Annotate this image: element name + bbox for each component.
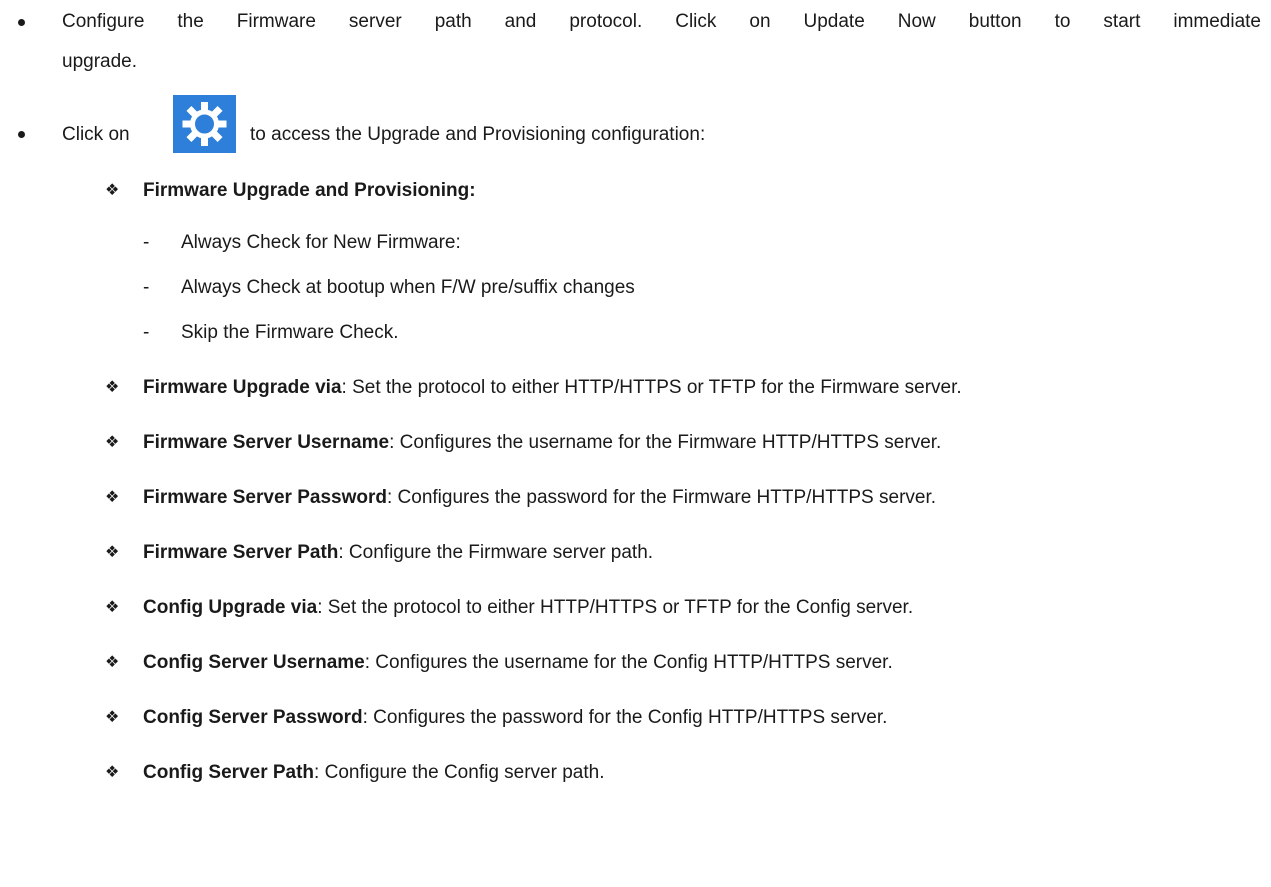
definition-term: Firmware Upgrade via (143, 377, 342, 398)
provisioning-option-label: Skip the Firmware Check. (181, 322, 399, 343)
provisioning-option: - Skip the Firmware Check. (143, 318, 399, 348)
diamond-bullet-icon: ❖ (105, 432, 120, 451)
bullet-dot (18, 19, 25, 26)
definition-term: Firmware Server Path (143, 542, 339, 563)
dash-bullet-icon: - (143, 277, 150, 298)
diamond-bullet-icon: ❖ (105, 377, 120, 396)
definition-desc: : Set the protocol to either HTTP/HTTPS … (341, 377, 962, 398)
definition-item: ❖ Config Server Username: Configures the … (105, 647, 893, 678)
definition-desc: : Configures the username for the Config… (364, 652, 893, 673)
access-config-text: to access the Upgrade and Provisioning c… (250, 124, 706, 145)
provisioning-option: - Always Check for New Firmware: (143, 228, 461, 258)
diamond-bullet-icon: ❖ (105, 762, 120, 781)
click-on-text: Click on (62, 124, 130, 145)
definition-desc: : Configure the Config server path. (314, 762, 605, 783)
definition-item: ❖ Config Upgrade via: Set the protocol to… (105, 592, 913, 623)
intro-line-2: upgrade. (62, 51, 138, 72)
definition-desc: : Configure the Firmware server path. (338, 542, 654, 563)
definition-term: Firmware Server Username (143, 432, 390, 453)
definition-desc: : Configures the password for the Firmwa… (386, 487, 937, 508)
diamond-bullet-icon: ❖ (105, 707, 120, 726)
dash-bullet-icon: - (143, 232, 150, 253)
definition-term: Config Server Path (143, 762, 315, 783)
provisioning-heading-item: ❖ Firmware Upgrade and Provisioning: (105, 175, 476, 206)
diamond-bullet-icon: ❖ (105, 597, 120, 616)
definition-desc: : Set the protocol to either HTTP/HTTPS … (317, 597, 914, 618)
provisioning-heading: Firmware Upgrade and Provisioning: (143, 180, 476, 201)
diamond-bullet-icon: ❖ (105, 542, 120, 561)
definition-term: Config Server Username (143, 652, 365, 673)
gear-icon[interactable] (173, 95, 236, 153)
definition-item: ❖ Firmware Server Path: Configure the Fir… (105, 537, 653, 568)
definition-item: ❖ Config Server Path: Configure the Confi… (105, 757, 604, 788)
diamond-bullet-icon: ❖ (105, 487, 120, 506)
definition-desc: : Configures the username for the Firmwa… (389, 432, 942, 453)
provisioning-option-label: Always Check at bootup when F/W pre/suff… (181, 277, 635, 298)
dash-bullet-icon: - (143, 322, 150, 343)
bullet-dot (18, 131, 25, 138)
definition-item: ❖ Firmware Upgrade via: Set the protocol … (105, 372, 962, 403)
definition-term: Config Server Password (143, 707, 363, 728)
definition-term: Config Upgrade via (143, 597, 318, 618)
provisioning-option-label: Always Check for New Firmware: (181, 232, 461, 253)
gear-icon-svg (182, 102, 227, 146)
definition-item: ❖ Firmware Server Username: Configures th… (105, 427, 941, 458)
intro-line-1: Configure the Firmware server path and p… (62, 11, 1261, 32)
definition-item: ❖ Config Server Password: Configures the … (105, 702, 887, 733)
diamond-bullet-icon: ❖ (105, 652, 120, 671)
provisioning-option: - Always Check at bootup when F/W pre/suf… (143, 273, 635, 303)
diamond-bullet-icon: ❖ (105, 180, 120, 199)
definition-item: ❖ Firmware Server Password: Configures th… (105, 482, 936, 513)
definition-term: Firmware Server Password (143, 487, 387, 508)
document-page: Configure the Firmware server path and p… (0, 0, 1271, 887)
definition-desc: : Configures the password for the Config… (362, 707, 888, 728)
